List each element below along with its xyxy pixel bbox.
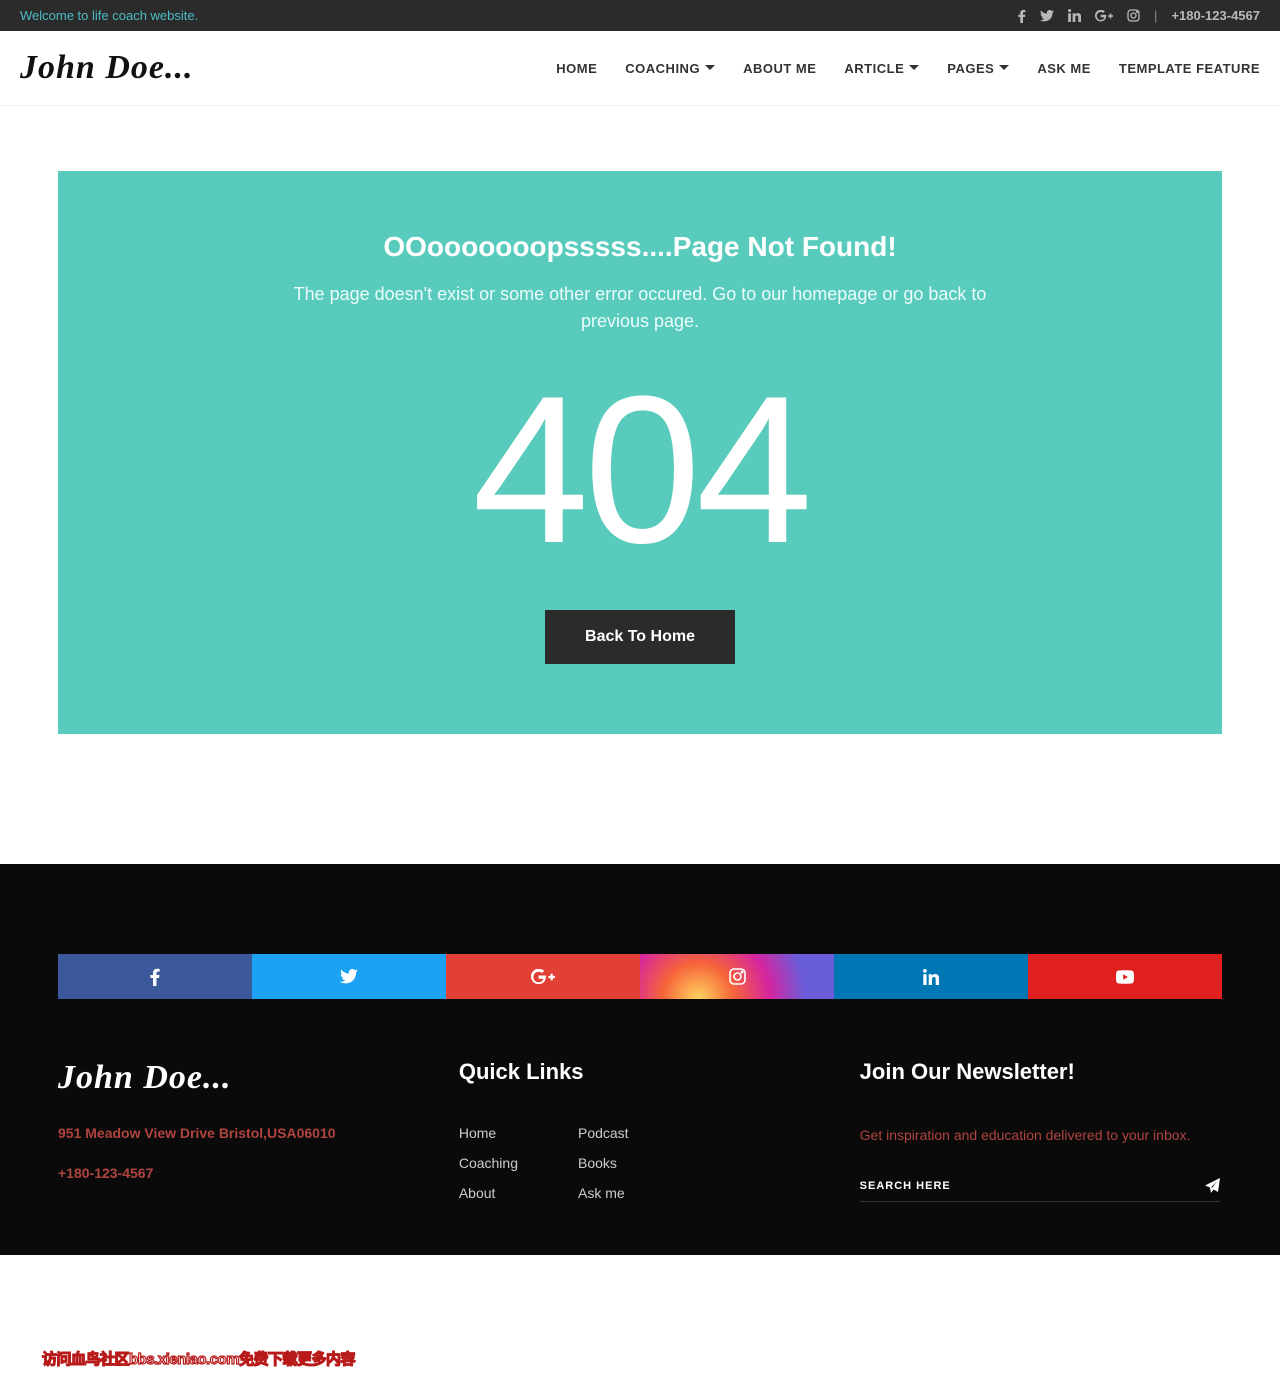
linkedin-icon[interactable] xyxy=(1068,9,1081,22)
social-twitter[interactable] xyxy=(252,954,446,999)
footer: John Doe... 951 Meadow View Drive Bristo… xyxy=(0,864,1280,1255)
social-youtube[interactable] xyxy=(1028,954,1222,999)
footer-col-links: Quick Links Home Coaching About Podcast … xyxy=(459,1059,820,1215)
quick-links-col1: Home Coaching About xyxy=(459,1125,518,1215)
header: John Doe... HOME COACHING ABOUT ME ARTIC… xyxy=(0,31,1280,106)
social-bar xyxy=(58,954,1222,999)
youtube-icon xyxy=(1116,970,1134,984)
error-title: OOooooooopsssss....Page Not Found! xyxy=(98,231,1182,263)
social-linkedin[interactable] xyxy=(834,954,1028,999)
topbar-phone[interactable]: +180-123-4567 xyxy=(1171,8,1260,23)
quick-links: Home Coaching About Podcast Books Ask me xyxy=(459,1125,820,1215)
paper-plane-icon xyxy=(1205,1178,1220,1193)
main-area: OOooooooopsssss....Page Not Found! The p… xyxy=(0,106,1280,799)
nav-coaching[interactable]: COACHING xyxy=(625,61,715,76)
back-to-home-button[interactable]: Back To Home xyxy=(545,610,735,664)
facebook-icon xyxy=(150,968,160,986)
footer-link-podcast[interactable]: Podcast xyxy=(578,1125,629,1141)
error-code: 404 xyxy=(98,365,1182,575)
nav-article[interactable]: ARTICLE xyxy=(844,61,919,76)
topbar: Welcome to life coach website. | +180-12… xyxy=(0,0,1280,31)
google-plus-icon xyxy=(531,969,555,984)
error-card: OOooooooopsssss....Page Not Found! The p… xyxy=(58,171,1222,734)
footer-col-newsletter: Join Our Newsletter! Get inspiration and… xyxy=(860,1059,1221,1215)
topbar-right: | +180-123-4567 xyxy=(1017,8,1260,23)
nav-pages[interactable]: PAGES xyxy=(947,61,1009,76)
chevron-down-icon xyxy=(705,65,715,71)
footer-address: 951 Meadow View Drive Bristol,USA06010 xyxy=(58,1125,419,1141)
footer-logo: John Doe... xyxy=(58,1059,419,1097)
newsletter-form xyxy=(860,1178,1221,1202)
site-logo[interactable]: John Doe... xyxy=(20,49,193,87)
social-instagram[interactable] xyxy=(640,954,834,999)
quick-links-col2: Podcast Books Ask me xyxy=(578,1125,629,1215)
social-google-plus[interactable] xyxy=(446,954,640,999)
watermark: 访问血鸟社区bbs.xieniao.com免费下载更多内容 xyxy=(42,1348,355,1369)
footer-link-books[interactable]: Books xyxy=(578,1155,629,1171)
newsletter-title: Join Our Newsletter! xyxy=(860,1059,1221,1085)
linkedin-icon xyxy=(923,969,939,985)
social-facebook[interactable] xyxy=(58,954,252,999)
footer-link-about[interactable]: About xyxy=(459,1185,518,1201)
separator: | xyxy=(1154,8,1157,23)
twitter-icon xyxy=(340,969,358,984)
newsletter-input[interactable] xyxy=(860,1180,1206,1192)
nav-ask[interactable]: ASK ME xyxy=(1037,61,1091,76)
footer-columns: John Doe... 951 Meadow View Drive Bristo… xyxy=(58,1059,1222,1215)
footer-phone: +180-123-4567 xyxy=(58,1165,419,1181)
instagram-icon[interactable] xyxy=(1127,9,1140,22)
footer-col-about: John Doe... 951 Meadow View Drive Bristo… xyxy=(58,1059,419,1215)
twitter-icon[interactable] xyxy=(1040,10,1054,22)
welcome-text: Welcome to life coach website. xyxy=(20,8,198,23)
footer-link-home[interactable]: Home xyxy=(459,1125,518,1141)
newsletter-description: Get inspiration and education delivered … xyxy=(860,1125,1221,1146)
nav-about[interactable]: ABOUT ME xyxy=(743,61,816,76)
main-nav: HOME COACHING ABOUT ME ARTICLE PAGES ASK… xyxy=(556,61,1260,76)
footer-spacer xyxy=(0,799,1280,864)
facebook-icon[interactable] xyxy=(1017,9,1026,23)
instagram-icon xyxy=(729,968,746,985)
quick-links-title: Quick Links xyxy=(459,1059,820,1085)
chevron-down-icon xyxy=(999,65,1009,71)
nav-template[interactable]: TEMPLATE FEATURE xyxy=(1119,61,1260,76)
footer-link-ask[interactable]: Ask me xyxy=(578,1185,629,1201)
google-plus-icon[interactable] xyxy=(1095,10,1113,22)
chevron-down-icon xyxy=(909,65,919,71)
footer-link-coaching[interactable]: Coaching xyxy=(459,1155,518,1171)
newsletter-submit-button[interactable] xyxy=(1205,1178,1220,1193)
nav-home[interactable]: HOME xyxy=(556,61,597,76)
error-description: The page doesn't exist or some other err… xyxy=(280,281,1000,335)
